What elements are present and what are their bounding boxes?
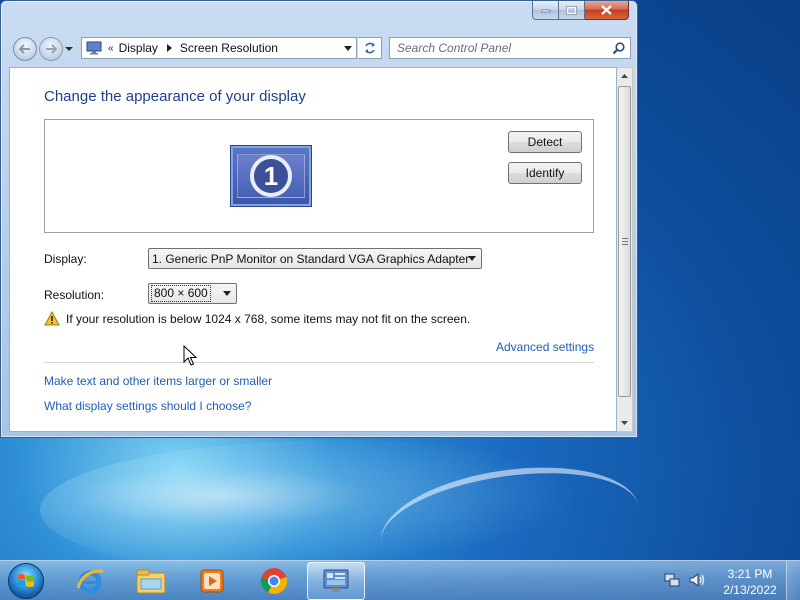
vertical-scrollbar[interactable]: [617, 67, 633, 432]
recent-pages-dropdown[interactable]: [65, 45, 73, 53]
control-panel-icon: [323, 569, 349, 592]
display-settings-help-link[interactable]: What display settings should I choose?: [44, 399, 251, 413]
taskbar-windows-explorer[interactable]: [122, 562, 180, 600]
resolution-select-value: 800 × 600: [151, 285, 211, 302]
network-icon[interactable]: [664, 572, 680, 588]
content-pane: Change the appearance of your display 1 …: [9, 67, 617, 432]
warning-icon: [44, 311, 60, 326]
chevron-down-icon: [468, 256, 476, 261]
search-box[interactable]: [389, 37, 631, 59]
media-player-icon: [200, 569, 224, 593]
close-icon: [601, 5, 612, 15]
taskbar-internet-explorer[interactable]: [61, 562, 119, 600]
arrow-right-icon: [46, 44, 57, 54]
windows-logo-icon: [18, 574, 34, 587]
volume-icon[interactable]: [688, 572, 706, 588]
taskbar-media-player[interactable]: [183, 562, 241, 600]
chevron-down-icon: [344, 45, 352, 51]
advanced-settings-link[interactable]: Advanced settings: [496, 340, 594, 354]
resolution-select-dropdown[interactable]: [221, 284, 233, 303]
back-button[interactable]: [13, 37, 37, 61]
taskbar-chrome[interactable]: [245, 562, 303, 600]
minimize-button[interactable]: [532, 1, 559, 20]
clock-date: 2/13/2022: [723, 583, 777, 597]
resolution-select[interactable]: 800 × 600: [148, 283, 237, 304]
text-size-link[interactable]: Make text and other items larger or smal…: [44, 374, 272, 388]
scroll-down-button[interactable]: [617, 415, 632, 431]
chevron-down-icon: [223, 291, 231, 296]
arrow-left-icon: [19, 44, 30, 54]
chevron-down-icon: [621, 421, 628, 425]
detect-button[interactable]: Detect: [508, 131, 582, 153]
monitor-number: 1: [250, 155, 292, 197]
minimize-icon: [540, 9, 550, 13]
breadcrumb-arrow-icon[interactable]: [164, 44, 178, 52]
display-control-panel-icon: [86, 41, 102, 55]
address-dropdown[interactable]: [340, 38, 356, 58]
forward-button[interactable]: [39, 37, 63, 61]
display-label: Display:: [44, 252, 87, 266]
search-input[interactable]: [397, 41, 607, 55]
refresh-button[interactable]: [358, 37, 382, 59]
address-bar[interactable]: « Display Screen Resolution: [81, 37, 357, 59]
clock-time: 3:21 PM: [727, 567, 773, 581]
start-button[interactable]: [8, 563, 44, 599]
divider: [44, 362, 594, 363]
taskbar-clock[interactable]: 3:21 PM 2/13/2022: [716, 566, 784, 598]
display-select-value: 1. Generic PnP Monitor on Standard VGA G…: [152, 251, 470, 266]
monitor-tile[interactable]: 1: [231, 146, 311, 206]
close-button[interactable]: [585, 1, 629, 20]
windows-explorer-icon: [136, 569, 166, 594]
screen-resolution-window: « Display Screen Resolution Change the a…: [0, 0, 638, 438]
chrome-icon: [260, 568, 288, 595]
show-desktop-button[interactable]: [786, 561, 800, 600]
display-select[interactable]: 1. Generic PnP Monitor on Standard VGA G…: [148, 248, 482, 269]
warning-text: If your resolution is below 1024 x 768, …: [66, 311, 471, 326]
caption-buttons: [532, 1, 629, 20]
internet-explorer-icon: [76, 569, 104, 594]
scroll-up-button[interactable]: [617, 68, 632, 84]
resolution-warning: If your resolution is below 1024 x 768, …: [44, 311, 470, 326]
display-select-dropdown[interactable]: [466, 249, 478, 268]
monitor-arrangement-area: 1 Detect Identify: [44, 119, 594, 233]
grip-icon: [621, 238, 628, 245]
search-icon[interactable]: [612, 42, 625, 55]
chevron-up-icon: [621, 74, 628, 78]
taskbar-control-panel[interactable]: [307, 562, 365, 600]
maximize-button[interactable]: [559, 1, 585, 20]
address-overflow[interactable]: «: [108, 43, 114, 54]
taskbar: 3:21 PM 2/13/2022: [0, 560, 800, 600]
mouse-cursor-icon: [183, 345, 197, 366]
maximize-icon: [566, 5, 577, 15]
resolution-label: Resolution:: [44, 288, 105, 302]
system-tray: [664, 572, 706, 588]
identify-button[interactable]: Identify: [508, 162, 582, 184]
refresh-icon: [364, 42, 375, 54]
breadcrumb-screen-resolution[interactable]: Screen Resolution: [180, 41, 278, 55]
breadcrumb-display[interactable]: Display: [119, 41, 158, 55]
page-title: Change the appearance of your display: [44, 88, 306, 105]
scrollbar-thumb[interactable]: [618, 86, 631, 397]
